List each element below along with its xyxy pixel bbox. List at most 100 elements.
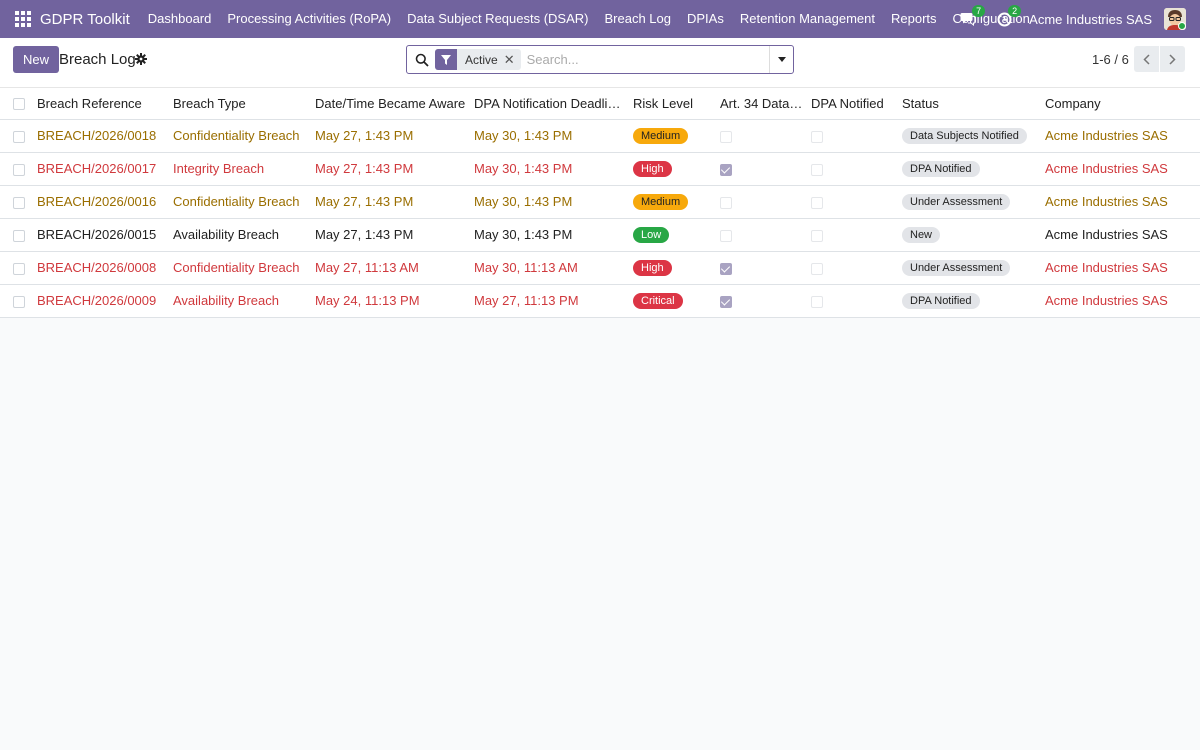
art34-checkbox (720, 295, 732, 308)
risk-level-badge: Medium (633, 194, 689, 210)
cell-type: Confidentiality Breach (173, 119, 315, 153)
row-select-checkbox[interactable] (13, 262, 25, 275)
risk-level-badge: High (633, 161, 672, 177)
dpa-checkbox (811, 130, 823, 143)
cell-status: Under Assessment (902, 251, 1045, 285)
cell-type: Availability Breach (173, 218, 315, 252)
breach-list: Breach Reference Breach Type Date/Time Bec… (0, 88, 1200, 318)
art34-checkbox (720, 229, 732, 242)
messages-button[interactable]: 7 (957, 5, 986, 30)
cell-company: Acme Industries SAS (1045, 152, 1200, 186)
cell-type: Confidentiality Breach (173, 251, 315, 285)
column-header-status[interactable]: Status (902, 88, 1045, 120)
column-header-type[interactable]: Breach Type (173, 88, 315, 120)
cell-reference: BREACH/2026/0015 (37, 218, 173, 252)
caret-down-icon (777, 57, 786, 62)
menu-item-reports[interactable]: Reports (883, 0, 945, 38)
search-options-toggle[interactable] (769, 46, 793, 73)
user-avatar[interactable] (1164, 8, 1186, 30)
column-header-risk[interactable]: Risk Level (633, 88, 720, 120)
search-input[interactable] (526, 47, 769, 72)
table-row[interactable]: BREACH/2026/0018 Confidentiality Breach Ma… (0, 119, 1200, 153)
table-row[interactable]: BREACH/2026/0015 Availability Breach May 2… (0, 218, 1200, 252)
company-switcher[interactable]: Acme Industries SAS (1029, 12, 1152, 27)
pager-next-button[interactable] (1160, 46, 1185, 72)
row-select-checkbox[interactable] (13, 196, 25, 209)
table-row[interactable]: BREACH/2026/0016 Confidentiality Breach Ma… (0, 185, 1200, 219)
activities-button[interactable]: 2 (993, 5, 1022, 30)
cell-dpa (811, 185, 902, 219)
column-header-deadline[interactable]: DPA Notification Deadline (72h) (474, 88, 633, 120)
remove-facet-button[interactable]: ✕ (504, 49, 521, 70)
cell-dpa (811, 218, 902, 252)
row-select-checkbox[interactable] (13, 229, 25, 242)
column-header-art34[interactable]: Art. 34 Data Subjects Notified (720, 88, 811, 120)
navbar-systray: 7 2 Acme Industries SAS (957, 0, 1200, 38)
cell-company: Acme Industries SAS (1045, 119, 1200, 153)
cell-risk: High (633, 251, 720, 285)
top-navbar: GDPR Toolkit Dashboard Processing Activit… (0, 0, 1200, 38)
cell-reference: BREACH/2026/0018 (37, 119, 173, 153)
art34-checkbox (720, 262, 732, 275)
cell-type: Availability Breach (173, 284, 315, 318)
menu-item-ropa[interactable]: Processing Activities (RoPA) (219, 0, 399, 38)
cell-risk: Low (633, 218, 720, 252)
risk-level-badge: Low (633, 227, 670, 243)
cell-dpa (811, 251, 902, 285)
row-select-checkbox[interactable] (13, 130, 25, 143)
table-body: BREACH/2026/0018 Confidentiality Breach Ma… (0, 119, 1200, 318)
select-all-cell (0, 88, 37, 120)
cell-status: New (902, 218, 1045, 252)
table-row[interactable]: BREACH/2026/0017 Integrity Breach May 27, … (0, 152, 1200, 186)
app-grid-icon[interactable] (15, 11, 31, 27)
gear-icon[interactable] (135, 53, 147, 65)
app-brand[interactable]: GDPR Toolkit (40, 11, 130, 28)
row-select-checkbox[interactable] (13, 295, 25, 308)
cell-deadline: May 27, 11:13 PM (474, 284, 633, 318)
status-badge: New (902, 227, 941, 243)
cell-dpa (811, 119, 902, 153)
cell-type: Confidentiality Breach (173, 185, 315, 219)
status-badge: DPA Notified (902, 161, 980, 177)
cell-risk: Medium (633, 119, 720, 153)
column-header-company[interactable]: Company (1045, 88, 1200, 120)
select-all-checkbox[interactable] (13, 98, 25, 111)
column-header-reference[interactable]: Breach Reference (37, 88, 173, 120)
cell-company: Acme Industries SAS (1045, 218, 1200, 252)
dpa-checkbox (811, 196, 823, 209)
pager-value[interactable]: 1-6 / 6 (1092, 52, 1129, 67)
chevron-left-icon (1143, 53, 1150, 65)
status-badge: Under Assessment (902, 194, 1011, 210)
row-select-cell (0, 185, 37, 219)
cell-status: Under Assessment (902, 185, 1045, 219)
dpa-checkbox (811, 163, 823, 176)
search-icon[interactable] (415, 53, 429, 67)
art34-checkbox (720, 163, 732, 176)
filter-facet-active: Active ✕ (435, 49, 521, 70)
cell-art34 (720, 185, 811, 219)
cell-aware: May 27, 1:43 PM (315, 152, 474, 186)
filter-icon (435, 49, 457, 70)
status-badge: DPA Notified (902, 293, 980, 309)
cell-company: Acme Industries SAS (1045, 251, 1200, 285)
menu-item-dpias[interactable]: DPIAs (679, 0, 732, 38)
menu-item-retention[interactable]: Retention Management (732, 0, 883, 38)
menu-item-breach-log[interactable]: Breach Log (597, 0, 680, 38)
menu-item-dsar[interactable]: Data Subject Requests (DSAR) (399, 0, 596, 38)
art34-checkbox (720, 130, 732, 143)
cell-company: Acme Industries SAS (1045, 284, 1200, 318)
pager-previous-button[interactable] (1134, 46, 1159, 72)
column-header-aware[interactable]: Date/Time Became Aware (315, 88, 474, 120)
dpa-checkbox (811, 295, 823, 308)
cell-deadline: May 30, 1:43 PM (474, 119, 633, 153)
row-select-checkbox[interactable] (13, 163, 25, 176)
table-row[interactable]: BREACH/2026/0009 Availability Breach May 2… (0, 284, 1200, 318)
menu-item-dashboard[interactable]: Dashboard (140, 0, 220, 38)
column-header-dpa[interactable]: DPA Notified (811, 88, 902, 120)
table-row[interactable]: BREACH/2026/0008 Confidentiality Breach Ma… (0, 251, 1200, 285)
cell-risk: High (633, 152, 720, 186)
cell-deadline: May 30, 1:43 PM (474, 218, 633, 252)
messages-count-badge: 7 (972, 5, 986, 17)
new-button[interactable]: New (13, 46, 60, 73)
cell-deadline: May 30, 1:43 PM (474, 152, 633, 186)
